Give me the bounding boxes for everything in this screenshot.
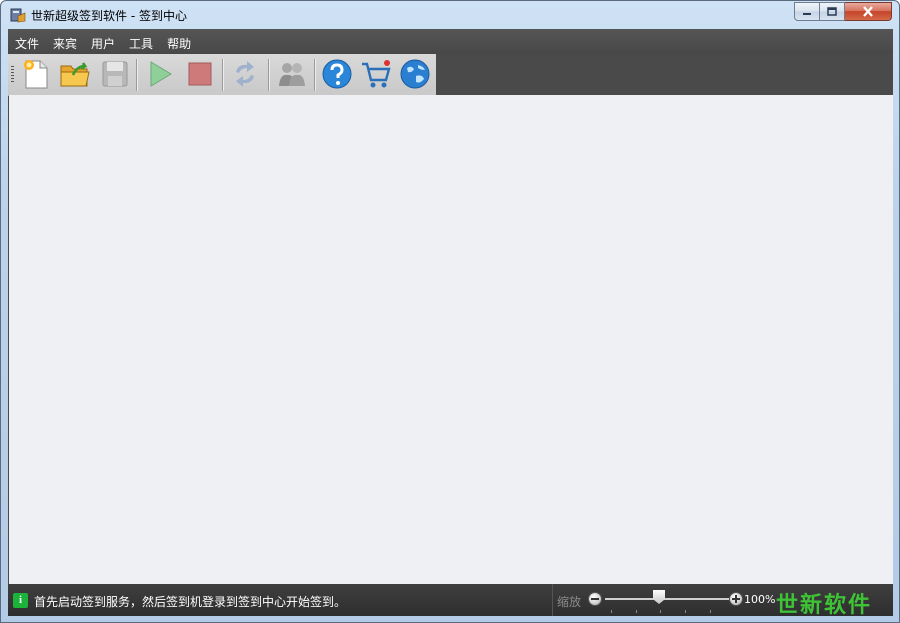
toolbar bbox=[8, 54, 436, 96]
stop-icon[interactable] bbox=[184, 58, 216, 90]
menu-guest[interactable]: 来宾 bbox=[46, 29, 84, 54]
menu-help[interactable]: 帮助 bbox=[160, 29, 198, 54]
minimize-button[interactable] bbox=[794, 2, 820, 21]
play-icon[interactable] bbox=[144, 58, 176, 90]
status-message: 首先启动签到服务，然后签到机登录到签到中心开始签到。 bbox=[34, 595, 347, 609]
refresh-icon[interactable] bbox=[229, 58, 261, 90]
status-bar: i 首先启动签到服务，然后签到机登录到签到中心开始签到。 缩放 100% 世新软… bbox=[8, 584, 893, 618]
window-title: 世新超级签到软件 - 签到中心 bbox=[31, 9, 187, 23]
save-icon[interactable] bbox=[99, 58, 131, 90]
maximize-icon bbox=[827, 7, 837, 16]
toolbar-grip[interactable] bbox=[11, 66, 14, 84]
main-canvas[interactable] bbox=[9, 95, 893, 584]
zoom-out-button[interactable] bbox=[588, 592, 602, 606]
toolbar-separator bbox=[314, 59, 316, 91]
zoom-slider-thumb[interactable] bbox=[653, 590, 665, 604]
new-document-icon[interactable] bbox=[20, 58, 52, 90]
zoom-tick bbox=[636, 610, 637, 613]
menu-bar: 文件 来宾 用户 工具 帮助 bbox=[8, 29, 893, 54]
menu-user[interactable]: 用户 bbox=[84, 29, 122, 54]
toolbar-separator bbox=[136, 59, 138, 91]
open-folder-icon[interactable] bbox=[59, 58, 91, 90]
menu-file[interactable]: 文件 bbox=[8, 29, 46, 54]
menu-tools[interactable]: 工具 bbox=[122, 29, 160, 54]
zoom-label: 缩放 bbox=[557, 595, 582, 609]
app-window: 世新超级签到软件 - 签到中心 文件 来宾 用户 工具 帮助 i 首先启动签到服… bbox=[0, 0, 900, 623]
help-icon[interactable] bbox=[321, 58, 353, 90]
zoom-tick bbox=[685, 610, 686, 613]
users-icon[interactable] bbox=[276, 58, 308, 90]
globe-icon[interactable] bbox=[399, 58, 431, 90]
zoom-tick bbox=[611, 610, 612, 613]
toolbar-separator bbox=[268, 59, 270, 91]
close-button[interactable] bbox=[845, 2, 892, 21]
window-controls bbox=[794, 2, 892, 21]
brand-logo: 世新软件 bbox=[776, 593, 873, 618]
title-bar[interactable]: 世新超级签到软件 - 签到中心 bbox=[1, 1, 899, 29]
zoom-tick bbox=[660, 610, 661, 613]
app-icon bbox=[10, 8, 26, 23]
client-area: 文件 来宾 用户 工具 帮助 i 首先启动签到服务，然后签到机登录到签到中心开始… bbox=[8, 29, 893, 618]
zoom-tick bbox=[710, 610, 711, 613]
toolbar-separator bbox=[222, 59, 224, 91]
window-frame-bottom bbox=[1, 616, 899, 622]
close-icon bbox=[863, 6, 873, 17]
zoom-slider-track[interactable] bbox=[605, 598, 729, 600]
maximize-button[interactable] bbox=[820, 2, 845, 21]
info-icon: i bbox=[13, 593, 28, 608]
zoom-in-button[interactable] bbox=[729, 592, 743, 606]
shopping-cart-icon[interactable] bbox=[360, 58, 392, 90]
zoom-control: 缩放 100% bbox=[552, 584, 779, 616]
minimize-icon bbox=[803, 12, 811, 15]
zoom-value: 100% bbox=[744, 593, 776, 606]
